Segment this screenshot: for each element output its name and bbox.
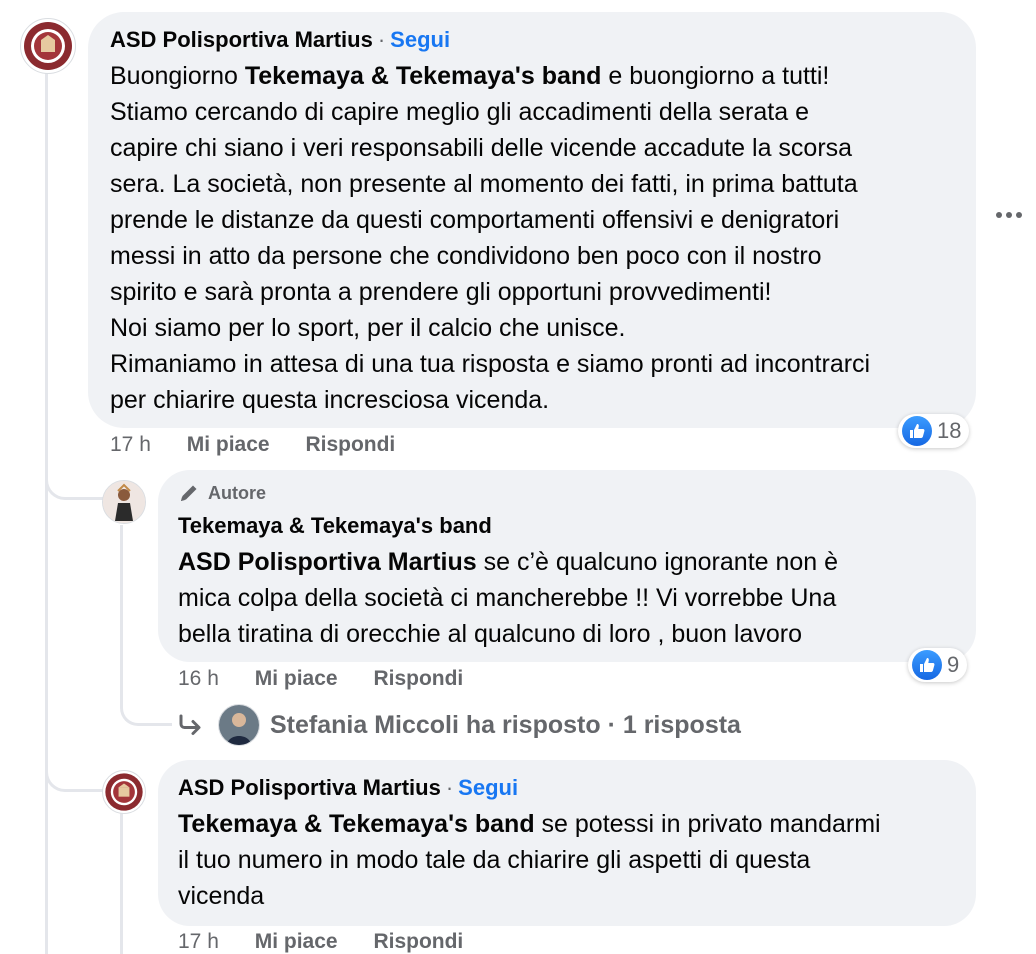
comment-bubble-3: ASD Polisportiva Martius · Segui Tekemaya …: [158, 760, 976, 926]
comment-line: Stiamo cercando di capire meglio gli acc…: [110, 98, 809, 126]
comment-line: spirito e sarà pronta a prendere gli opp…: [110, 278, 772, 306]
comment-line: mica colpa della società ci mancherebbe …: [178, 584, 837, 612]
comment-line: il tuo numero in modo tale da chiarire g…: [178, 846, 811, 874]
thread-line-sub: [120, 525, 123, 705]
like-button[interactable]: Mi piace: [255, 930, 338, 954]
like-button[interactable]: Mi piace: [187, 433, 270, 457]
more-options-icon[interactable]: [996, 212, 1022, 218]
mention-tekemaya[interactable]: Tekemaya & Tekemaya's band: [178, 810, 535, 838]
comment-meta-2: 16 h Mi piace Rispondi: [178, 667, 463, 691]
replies-summary: Stefania Miccoli ha risposto · 1 rispost…: [270, 710, 741, 739]
person-avatar-icon: [103, 481, 145, 523]
mention-tekemaya[interactable]: Tekemaya & Tekemaya's band: [245, 62, 602, 90]
thread-line-sub-2: [120, 812, 123, 954]
view-replies-link[interactable]: Stefania Miccoli ha risposto · 1 rispost…: [178, 704, 741, 746]
like-button[interactable]: Mi piace: [255, 667, 338, 691]
reply-button[interactable]: Rispondi: [373, 930, 463, 954]
reaction-count-1[interactable]: 18: [898, 414, 970, 448]
timestamp[interactable]: 17 h: [178, 930, 219, 954]
comment-line: messi in atto da persone che condividono…: [110, 242, 822, 270]
comment-line: Rimaniamo in attesa di una tua risposta …: [110, 350, 871, 378]
comment-line: per chiarire questa incresciosa vicenda.: [110, 386, 550, 414]
comment-author-3[interactable]: ASD Polisportiva Martius: [178, 775, 441, 800]
avatar-asd-polisportiva-2[interactable]: [102, 770, 146, 814]
dot-separator: ·: [445, 775, 454, 800]
comment-line: capire chi siano i veri responsabili del…: [110, 134, 853, 162]
reply-button[interactable]: Rispondi: [373, 667, 463, 691]
reaction-count-2[interactable]: 9: [908, 648, 968, 682]
pencil-icon: [181, 485, 197, 501]
reply-button[interactable]: Rispondi: [305, 433, 395, 457]
comment-line: Noi siamo per lo sport, per il calcio ch…: [110, 314, 626, 342]
mention-asd-polisportiva[interactable]: ASD Polisportiva Martius: [178, 548, 477, 576]
reply-arrow-icon: [179, 714, 201, 735]
comment-author-2[interactable]: Tekemaya & Tekemaya's band: [178, 512, 956, 540]
comment-line: ASD Polisportiva Martius se c’è qualcuno…: [178, 548, 839, 576]
comment-header-1: ASD Polisportiva Martius · Segui: [110, 26, 954, 54]
follow-button-1[interactable]: Segui: [390, 27, 450, 52]
like-thumb-icon: [902, 416, 932, 446]
comment-author-1[interactable]: ASD Polisportiva Martius: [110, 27, 373, 52]
comment-bubble-1: ASD Polisportiva Martius · Segui Buongiorn…: [88, 12, 976, 428]
thread-line-main: [45, 72, 48, 954]
comment-meta-1: 17 h Mi piace Rispondi: [110, 433, 395, 457]
club-logo-icon: [24, 22, 72, 70]
comment-line: vicenda: [178, 882, 265, 910]
thread-connector-reply-2: [45, 752, 105, 792]
thread-connector-reply-1: [45, 460, 105, 500]
author-badge: Autore: [178, 482, 956, 504]
avatar-asd-polisportiva[interactable]: [20, 18, 76, 74]
comment-header-3: ASD Polisportiva Martius · Segui: [178, 774, 956, 802]
comment-line: sera. La società, non presente al moment…: [110, 170, 858, 198]
comment-text-3: Tekemaya & Tekemaya's band se potessi in…: [178, 806, 956, 914]
comment-line: Tekemaya & Tekemaya's band se potessi in…: [178, 810, 881, 838]
comment-bubble-2: Autore Tekemaya & Tekemaya's band ASD Po…: [158, 470, 976, 662]
comment-line: prende le distanze da questi comportamen…: [110, 206, 840, 234]
follow-button-3[interactable]: Segui: [458, 775, 518, 800]
comment-text-2: ASD Polisportiva Martius se c’è qualcuno…: [178, 544, 956, 652]
reaction-number: 9: [947, 652, 960, 677]
avatar-tekemaya[interactable]: [102, 480, 146, 524]
comment-meta-3: 17 h Mi piace Rispondi: [178, 930, 463, 954]
comment-line: Buongiorno Tekemaya & Tekemaya's band e …: [110, 62, 830, 90]
timestamp[interactable]: 17 h: [110, 433, 151, 457]
avatar-stefania: [218, 704, 260, 746]
reaction-number: 18: [937, 418, 962, 443]
comment-text-1: Buongiorno Tekemaya & Tekemaya's band e …: [110, 58, 954, 418]
comment-line: bella tiratina di orecchie al qualcuno d…: [178, 620, 802, 648]
like-thumb-icon: [912, 650, 942, 680]
thread-connector-subreply: [120, 690, 172, 726]
club-logo-icon: [105, 773, 143, 811]
dot-separator: ·: [377, 27, 386, 52]
timestamp[interactable]: 16 h: [178, 667, 219, 691]
